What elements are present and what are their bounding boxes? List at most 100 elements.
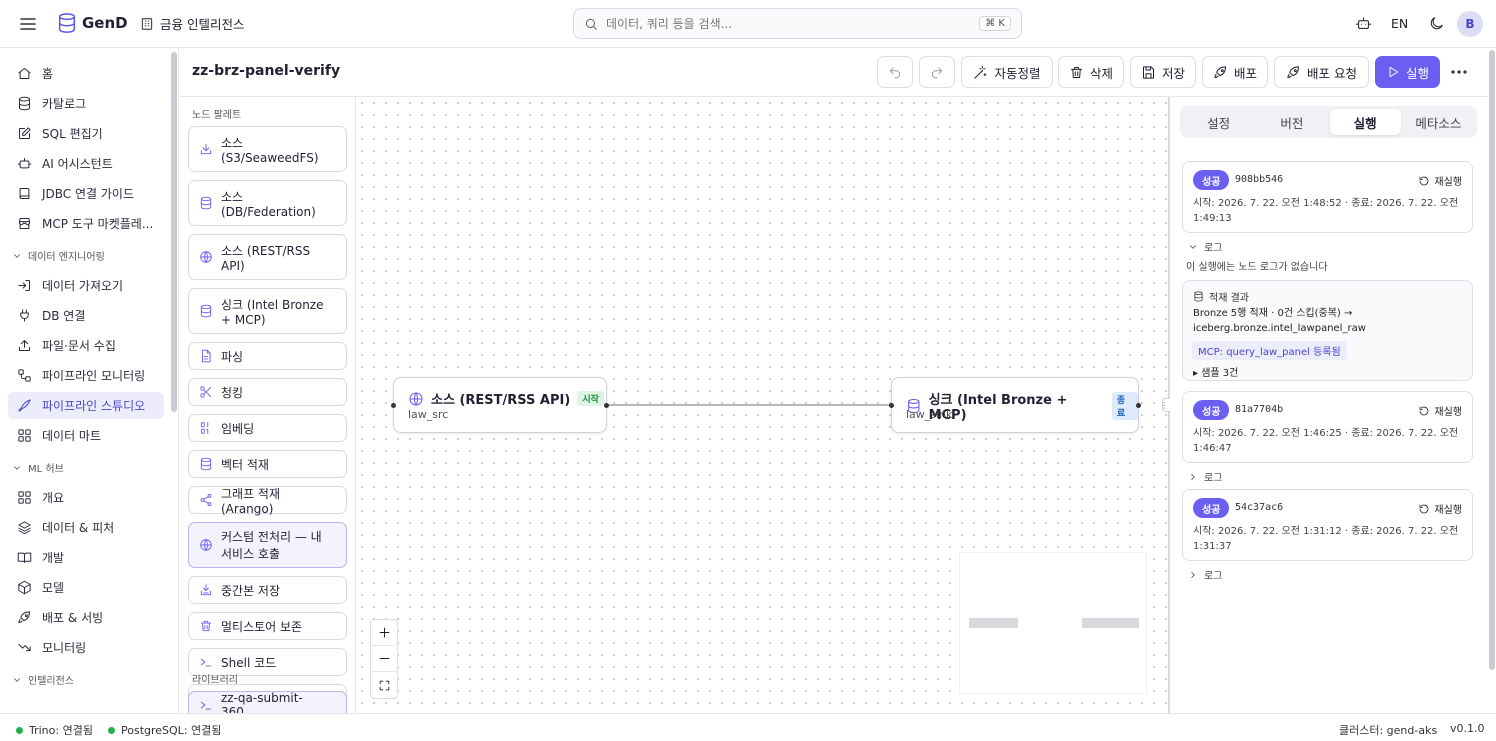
input-handle[interactable] [889, 403, 894, 408]
sidebar-item-label: 파일·문서 수집 [42, 339, 116, 353]
chevron-down-icon [14, 677, 20, 682]
palette-item[interactable]: 커스텀 전처리 — 내 서비스 호출 [188, 522, 347, 568]
moon-icon[interactable] [1428, 15, 1445, 32]
language-toggle[interactable]: EN [1391, 16, 1408, 31]
zoom-out-button[interactable] [371, 646, 397, 672]
log-toggle[interactable]: 로그 [1188, 239, 1222, 254]
palette-item[interactable]: 소스 (REST/RSS API) [188, 234, 347, 280]
node-sink-intel-bronze[interactable]: 싱크 (Intel Bronze + MCP) 종료 law_sink [889, 377, 1141, 433]
sidebar-section-header[interactable]: 데이터 엔지니어링 [12, 248, 105, 263]
sidebar-item[interactable]: 데이터 마트 [8, 422, 164, 449]
sidebar-item[interactable]: 파이프라인 모니터링 [8, 362, 164, 389]
palette-item[interactable]: 소스 (DB/Federation) [188, 180, 347, 226]
sidebar-item[interactable]: 데이터 & 피처 [8, 514, 164, 541]
tab-runs[interactable]: 실행 [1329, 109, 1401, 135]
save-button[interactable]: 저장 [1130, 56, 1196, 88]
sidebar-item[interactable]: 데이터 가져오기 [8, 272, 164, 299]
log-toggle[interactable]: 로그 [1188, 469, 1222, 484]
more-icon[interactable] [1450, 63, 1468, 81]
sidebar-section-title: 데이터 엔지니어링 [28, 252, 105, 263]
sidebar-item[interactable]: 모니터링 [8, 634, 164, 661]
scrollbar-thumb[interactable] [1489, 50, 1495, 670]
sidebar-section-header[interactable]: 인텔리전스 [12, 672, 74, 687]
palette-item[interactable]: 파싱 [188, 342, 347, 370]
sidebar-item[interactable]: 파이프라인 스튜디오 [8, 392, 164, 419]
sidebar-item[interactable]: AI 어시스턴트 [8, 150, 164, 177]
rerun-label: 재실행 [1434, 177, 1462, 188]
brand-name[interactable]: GenD [82, 14, 128, 32]
edge-connector[interactable] [608, 404, 891, 406]
chevron-down-icon [14, 253, 20, 258]
redo-icon [931, 66, 943, 78]
zoom-in-button[interactable] [371, 620, 397, 646]
trash-icon [1071, 66, 1082, 78]
pipeline-canvas[interactable]: 소스 (REST/RSS API) 시작 law_src 싱크 (Intel B… [356, 97, 1168, 713]
fullscreen-icon [379, 680, 389, 690]
minimap[interactable] [960, 553, 1146, 693]
minimap-node [1082, 618, 1139, 628]
save-download-icon [200, 584, 212, 596]
start-badge: 시작 [577, 391, 604, 406]
sidebar-item[interactable]: 개요 [8, 484, 164, 511]
sidebar-item-label: AI 어시스턴트 [42, 157, 113, 171]
menu-icon[interactable] [18, 14, 38, 34]
panel-scrollbar[interactable] [1488, 48, 1496, 713]
sidebar-item[interactable]: 홈 [8, 60, 164, 87]
sidebar-item-label: MCP 도구 마켓플레... [42, 217, 154, 231]
log-toggle[interactable]: 로그 [1188, 567, 1222, 582]
node-title-text: 소스 (REST/RSS API) [431, 393, 571, 408]
redo-button[interactable] [919, 56, 955, 88]
global-search[interactable]: 데이터, 쿼리 등을 검색... ⌘ K [573, 8, 1022, 39]
rerun-button[interactable]: 재실행 [1418, 501, 1462, 516]
database-icon [19, 96, 30, 111]
rerun-button[interactable]: 재실행 [1418, 173, 1462, 188]
status-bar: Trino: 연결됨 PostgreSQL: 연결됨 클러스터: gend-ak… [0, 713, 1496, 741]
sidebar-item[interactable]: 개발 [8, 544, 164, 571]
run-button[interactable]: 실행 [1375, 56, 1440, 88]
rerun-button[interactable]: 재실행 [1418, 403, 1462, 418]
sidebar-item[interactable]: 카탈로그 [8, 90, 164, 117]
library-item[interactable]: zz-qa-submit-360... [188, 691, 347, 713]
log-label: 로그 [1204, 243, 1223, 254]
sidebar-item[interactable]: MCP 도구 마켓플레... [8, 210, 164, 237]
deploy-request-button[interactable]: 배포 요청 [1274, 56, 1369, 88]
auto-layout-button[interactable]: 자동정렬 [961, 56, 1053, 88]
tab-metasource[interactable]: 메타소스 [1403, 109, 1474, 135]
chevron-right-icon [1191, 571, 1195, 578]
input-handle[interactable] [391, 403, 396, 408]
palette-item[interactable]: 멀티스토어 보존 [188, 612, 347, 640]
sidebar-item[interactable]: DB 연결 [8, 302, 164, 329]
palette-item[interactable]: 그래프 적재 (Arango) [188, 486, 347, 516]
palette-item-label: 소스 (DB/Federation) [221, 189, 316, 219]
org-selector[interactable]: 금융 인텔리전스 [140, 14, 244, 33]
samples-toggle[interactable]: ▸ 샘플 3건 [1193, 364, 1238, 379]
chevron-down-icon [1190, 244, 1196, 249]
sidebar-item[interactable]: 모델 [8, 574, 164, 601]
sidebar-item[interactable]: JDBC 연결 가이드 [8, 180, 164, 207]
sidebar-item[interactable]: 배포 & 서빙 [8, 604, 164, 631]
sidebar-scrollbar[interactable] [171, 52, 177, 412]
output-handle[interactable] [604, 403, 609, 408]
sidebar-item-label: JDBC 연결 가이드 [42, 187, 135, 201]
avatar[interactable]: B [1457, 11, 1483, 37]
delete-button[interactable]: 삭제 [1058, 56, 1124, 88]
node-source-rest[interactable]: 소스 (REST/RSS API) 시작 law_src [391, 377, 609, 433]
palette-item[interactable]: 임베딩 [188, 414, 347, 442]
palette-item[interactable]: 싱크 (Intel Bronze + MCP) [188, 288, 347, 334]
palette-item[interactable]: 청킹 [188, 378, 347, 406]
undo-button[interactable] [877, 56, 913, 88]
palette-item[interactable]: 소스 (S3/SeaweedFS) [188, 126, 347, 172]
bot-icon[interactable] [1355, 15, 1372, 32]
sidebar-item[interactable]: SQL 편집기 [8, 120, 164, 147]
sidebar-item[interactable]: 파일·문서 수집 [8, 332, 164, 359]
fit-view-button[interactable] [371, 672, 397, 698]
output-handle[interactable] [1136, 403, 1141, 408]
tab-versions[interactable]: 버전 [1256, 109, 1327, 135]
palette-item[interactable]: 벡터 적재 [188, 450, 347, 478]
tab-settings[interactable]: 설정 [1183, 109, 1254, 135]
palette-item[interactable]: 중간본 저장 [188, 576, 347, 604]
top-bar: GenD 금융 인텔리전스 데이터, 쿼리 등을 검색... ⌘ K EN B [0, 0, 1496, 48]
deploy-button[interactable]: 배포 [1202, 56, 1268, 88]
sidebar: 홈카탈로그 SQL 편집기 AI 어시스턴트 JDBC 연결 가이드 MCP 도구 마켓… [0, 48, 179, 713]
sidebar-section-header[interactable]: ML 허브 [12, 460, 64, 475]
